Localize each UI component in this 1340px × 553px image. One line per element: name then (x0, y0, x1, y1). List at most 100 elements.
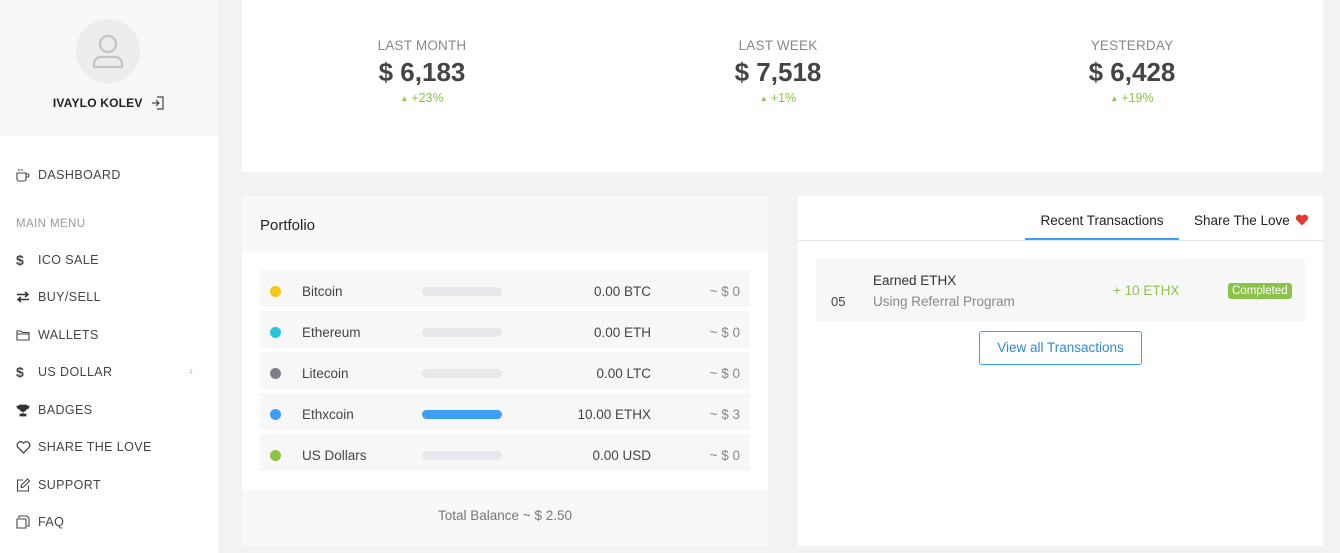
stat-value: $ 6,183 (378, 57, 466, 87)
tab-share-the-love[interactable]: Share The Love (1194, 213, 1309, 238)
heart-icon (1295, 214, 1308, 226)
exchange-icon (16, 291, 38, 303)
sidebar-item-buy-sell[interactable]: BUY/SELL (16, 287, 101, 307)
coffee-icon (16, 168, 38, 182)
tab-recent-transactions[interactable]: Recent Transactions (1025, 213, 1179, 240)
stat-label: LAST WEEK (738, 38, 818, 53)
balance-bar (422, 369, 502, 378)
tabs: Recent Transactions Share The Love (798, 196, 1323, 241)
balance-bar-fill (422, 410, 502, 419)
coin-name: Ethereum (302, 325, 361, 340)
coin-name: Litecoin (302, 366, 349, 381)
portfolio-panel: Portfolio Bitcoin 0.00 BTC ~ $ 0 Ethereum 0.… (242, 196, 768, 546)
sidebar-item-label: BADGES (38, 403, 93, 417)
sidebar-item-label: BUY/SELL (38, 290, 101, 304)
stat-change-value: +19% (1121, 91, 1154, 105)
stat-label: YESTERDAY (1090, 38, 1174, 53)
stat-yesterday: YESTERDAY $ 6,428 ▲ +19% (1022, 38, 1242, 105)
sidebar-item-ico-sale[interactable]: $ ICO SALE (16, 250, 99, 270)
stat-value: $ 7,518 (734, 57, 822, 87)
stat-change-value: +1% (770, 91, 797, 105)
sidebar-item-share-the-love[interactable]: SHARE THE LOVE (16, 437, 152, 457)
balance-bar (422, 410, 502, 419)
coin-amount: 0.00 BTC (593, 284, 651, 299)
coin-color-dot (270, 409, 281, 420)
sidebar-item-label: DASHBOARD (38, 168, 121, 182)
coin-color-dot (270, 327, 281, 338)
trophy-icon (16, 404, 38, 417)
coin-usd-value: ~ $ 0 (709, 284, 740, 299)
user-row: IVAYLO KOLEV (0, 96, 218, 113)
coin-color-dot (270, 286, 281, 297)
coin-amount: 0.00 USD (592, 448, 651, 463)
coin-usd-value: ~ $ 0 (709, 366, 740, 381)
sidebar-item-label: SUPPORT (38, 478, 101, 492)
coin-color-dot (270, 368, 281, 379)
logout-icon[interactable] (151, 96, 165, 113)
transaction-title: Earned ETHX (873, 273, 957, 288)
transactions-panel: Recent Transactions Share The Love 05 Ea… (798, 196, 1323, 546)
stat-change: ▲ +23% (312, 91, 532, 105)
sidebar-item-label: ICO SALE (38, 253, 99, 267)
dollar-icon: $ (16, 364, 25, 380)
copy-icon (16, 515, 38, 529)
balance-bar (422, 287, 502, 296)
coin-usd-value: ~ $ 0 (709, 325, 740, 340)
sidebar-item-label: SHARE THE LOVE (38, 440, 152, 454)
coin-usd-value: ~ $ 3 (709, 407, 740, 422)
balance-bar (422, 451, 502, 460)
view-all-transactions-button[interactable]: View all Transactions (979, 331, 1142, 365)
sidebar-item-badges[interactable]: BADGES (16, 400, 93, 420)
stat-value: $ 6,428 (1088, 57, 1176, 87)
coin-amount: 0.00 LTC (596, 366, 651, 381)
stat-last-month: LAST MONTH $ 6,183 ▲ +23% (312, 38, 532, 105)
edit-icon (16, 478, 38, 492)
sidebar-item-wallets[interactable]: WALLETS (16, 325, 99, 345)
portfolio-row[interactable]: Bitcoin 0.00 BTC ~ $ 0 (260, 270, 750, 307)
portfolio-row[interactable]: Ethereum 0.00 ETH ~ $ 0 (260, 311, 750, 348)
user-icon (92, 34, 124, 69)
coin-usd-value: ~ $ 0 (709, 448, 740, 463)
chevron-left-icon[interactable]: ‹ (189, 364, 193, 378)
stat-change: ▲ +19% (1022, 91, 1242, 105)
portfolio-row[interactable]: Litecoin 0.00 LTC ~ $ 0 (260, 352, 750, 389)
stats-panel: LAST MONTH $ 6,183 ▲ +23% LAST WEEK $ 7,5… (242, 0, 1323, 172)
sidebar-item-label: FAQ (38, 515, 65, 529)
sidebar-item-us-dollar[interactable]: $ US DOLLAR (16, 362, 112, 382)
sidebar-item-label: WALLETS (38, 328, 99, 342)
sidebar-item-label: US DOLLAR (38, 365, 113, 379)
folder-icon (16, 329, 38, 341)
triangle-up-icon: ▲ (1110, 94, 1119, 103)
dollar-icon: $ (16, 252, 25, 268)
coin-color-dot (270, 450, 281, 461)
coin-amount: 0.00 ETH (593, 325, 651, 340)
stat-change-value: +23% (411, 91, 444, 105)
user-name: IVAYLO KOLEV (52, 96, 143, 110)
portfolio-row[interactable]: US Dollars 0.00 USD ~ $ 0 (260, 434, 750, 471)
heart-icon (16, 440, 38, 454)
status-badge: Completed (1228, 283, 1292, 299)
tab-label: Share The Love (1194, 213, 1290, 228)
avatar[interactable] (76, 19, 140, 83)
stat-label: LAST MONTH (377, 38, 467, 53)
portfolio-title: Portfolio (242, 196, 768, 252)
portfolio-row[interactable]: Ethxcoin 10.00 ETHX ~ $ 3 (260, 393, 750, 430)
sidebar-item-faq[interactable]: FAQ (16, 512, 64, 532)
coin-amount: 10.00 ETHX (577, 407, 651, 422)
transaction-subtitle: Using Referral Program (873, 294, 1015, 309)
profile-section: IVAYLO KOLEV (0, 0, 218, 136)
stat-last-week: LAST WEEK $ 7,518 ▲ +1% (668, 38, 888, 105)
transaction-number: 05 (831, 294, 846, 309)
sidebar-item-dashboard[interactable]: DASHBOARD (16, 165, 121, 185)
sidebar: IVAYLO KOLEV DASHBOARD MAIN MENU $ ICO S… (0, 0, 218, 553)
transaction-row[interactable]: 05 Earned ETHX Using Referral Program + … (816, 259, 1305, 321)
balance-bar (422, 328, 502, 337)
coin-name: Bitcoin (302, 284, 343, 299)
triangle-up-icon: ▲ (759, 94, 768, 103)
sidebar-item-support[interactable]: SUPPORT (16, 475, 101, 495)
menu-heading: MAIN MENU (16, 218, 86, 230)
transaction-amount: + 10 ETHX (1113, 283, 1180, 298)
stat-change: ▲ +1% (668, 91, 888, 105)
coin-name: US Dollars (302, 448, 367, 463)
total-balance: Total Balance ~ $ 2.50 (242, 490, 768, 546)
